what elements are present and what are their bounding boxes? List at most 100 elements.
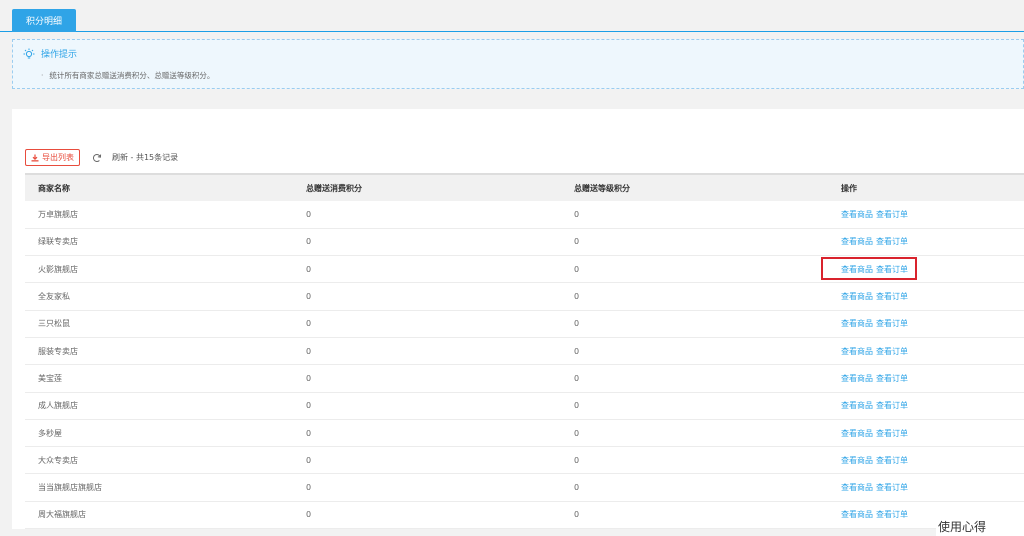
cell-consume-points: 0 bbox=[293, 201, 561, 229]
cell-merchant-name: 多秒屋 bbox=[25, 419, 293, 448]
download-icon bbox=[31, 154, 39, 161]
table-row: 服装专卖店 0 0 查看商品 查看订单 bbox=[25, 337, 1024, 366]
cell-merchant-name: 成人旗舰店 bbox=[25, 392, 293, 420]
cell-level-points: 0 bbox=[561, 228, 828, 257]
view-orders-link[interactable]: 查看订单 bbox=[876, 456, 908, 465]
view-orders-link[interactable]: 查看订单 bbox=[876, 483, 908, 492]
table-row: 火影旗舰店 0 0 查看商品 查看订单 bbox=[25, 255, 1024, 284]
cell-level-points: 0 bbox=[561, 446, 828, 475]
cell-consume-points: 0 bbox=[293, 282, 561, 311]
table-row: 美宝莲 0 0 查看商品 查看订单 bbox=[25, 364, 1024, 393]
table-row: 全友家私 0 0 查看商品 查看订单 bbox=[25, 282, 1024, 311]
cell-consume-points: 0 bbox=[293, 419, 561, 448]
table-row: 成人旗舰店 0 0 查看商品 查看订单 bbox=[25, 392, 1024, 420]
cell-actions: 查看商品 查看订单 bbox=[828, 310, 1024, 338]
cell-level-points: 0 bbox=[561, 419, 828, 448]
cell-consume-points: 0 bbox=[293, 473, 561, 502]
column-header-actions: 操作 bbox=[828, 173, 1024, 201]
view-goods-link[interactable]: 查看商品 bbox=[841, 237, 873, 246]
column-header-consume-points[interactable]: 总赠送消费积分 bbox=[293, 173, 561, 201]
cell-consume-points: 0 bbox=[293, 364, 561, 393]
view-orders-link[interactable]: 查看订单 bbox=[876, 510, 908, 519]
cell-consume-points: 0 bbox=[293, 310, 561, 338]
cell-level-points: 0 bbox=[561, 473, 828, 502]
table-row: 大众专卖店 0 0 查看商品 查看订单 bbox=[25, 446, 1024, 475]
cell-level-points: 0 bbox=[561, 282, 828, 311]
tips-item: · 统计所有商家总赠送消费积分、总赠送等级积分。 bbox=[41, 71, 215, 80]
cell-consume-points: 0 bbox=[293, 255, 561, 284]
cell-level-points: 0 bbox=[561, 392, 828, 420]
view-orders-link[interactable]: 查看订单 bbox=[876, 319, 908, 328]
cell-merchant-name: 三只松鼠 bbox=[25, 310, 293, 338]
cell-actions: 查看商品 查看订单 bbox=[828, 337, 1024, 366]
table-row: 多秒屋 0 0 查看商品 查看订单 bbox=[25, 419, 1024, 448]
cell-merchant-name: 火影旗舰店 bbox=[25, 255, 293, 284]
merchant-points-table: 商家名称 总赠送消费积分 总赠送等级积分 操作 万卓旗舰店 0 0 查看商品 查看订单绿… bbox=[25, 173, 1024, 530]
view-orders-link[interactable]: 查看订单 bbox=[876, 374, 908, 383]
cell-level-points: 0 bbox=[561, 364, 828, 393]
cell-actions: 查看商品 查看订单 bbox=[828, 228, 1024, 257]
view-orders-link[interactable]: 查看订单 bbox=[876, 292, 908, 301]
view-orders-link[interactable]: 查看订单 bbox=[876, 429, 908, 438]
view-goods-link[interactable]: 查看商品 bbox=[841, 510, 873, 519]
table-toolbar: 导出列表 刷新 - 共15条记录 bbox=[25, 149, 178, 166]
cell-merchant-name: 当当旗舰店旗舰店 bbox=[25, 473, 293, 502]
cell-consume-points: 0 bbox=[293, 228, 561, 257]
cell-merchant-name: 全友家私 bbox=[25, 282, 293, 311]
view-goods-link[interactable]: 查看商品 bbox=[841, 483, 873, 492]
table-row: 绿联专卖店 0 0 查看商品 查看订单 bbox=[25, 228, 1024, 257]
cell-merchant-name: 大众专卖店 bbox=[25, 446, 293, 475]
cell-level-points: 0 bbox=[561, 501, 828, 530]
cell-consume-points: 0 bbox=[293, 446, 561, 475]
table-row: 周大福旗舰店 0 0 查看商品 查看订单 bbox=[25, 501, 1024, 530]
table-row: 三只松鼠 0 0 查看商品 查看订单 bbox=[25, 310, 1024, 338]
view-orders-link[interactable]: 查看订单 bbox=[876, 237, 908, 246]
refresh-icon[interactable] bbox=[92, 153, 102, 163]
column-header-merchant-name[interactable]: 商家名称 bbox=[25, 173, 293, 201]
view-orders-link[interactable]: 查看订单 bbox=[876, 265, 908, 274]
view-goods-link[interactable]: 查看商品 bbox=[841, 429, 873, 438]
cell-level-points: 0 bbox=[561, 310, 828, 338]
tips-item-text: 统计所有商家总赠送消费积分、总赠送等级积分。 bbox=[49, 71, 215, 80]
watermark-text: 使用心得Q36.CN bbox=[936, 518, 1024, 536]
cell-merchant-name: 万卓旗舰店 bbox=[25, 201, 293, 229]
cell-actions: 查看商品 查看订单 bbox=[828, 419, 1024, 448]
cell-actions: 查看商品 查看订单 bbox=[828, 201, 1024, 229]
refresh-record-count[interactable]: 刷新 - 共15条记录 bbox=[112, 152, 178, 163]
view-orders-link[interactable]: 查看订单 bbox=[876, 347, 908, 356]
column-header-level-points[interactable]: 总赠送等级积分 bbox=[561, 173, 828, 201]
view-goods-link[interactable]: 查看商品 bbox=[841, 292, 873, 301]
tips-header: 操作提示 bbox=[23, 47, 77, 60]
table-row: 万卓旗舰店 0 0 查看商品 查看订单 bbox=[25, 201, 1024, 229]
view-goods-link[interactable]: 查看商品 bbox=[841, 265, 873, 274]
tab-points-detail[interactable]: 积分明细 bbox=[12, 9, 76, 32]
main-panel: 导出列表 刷新 - 共15条记录 商家名称 总赠送消费积分 总赠送等级积分 操作… bbox=[12, 109, 1024, 530]
cell-consume-points: 0 bbox=[293, 337, 561, 366]
cell-merchant-name: 绿联专卖店 bbox=[25, 228, 293, 257]
view-goods-link[interactable]: 查看商品 bbox=[841, 374, 873, 383]
cell-merchant-name: 周大福旗舰店 bbox=[25, 501, 293, 530]
cell-actions: 查看商品 查看订单 bbox=[828, 282, 1024, 311]
cell-level-points: 0 bbox=[561, 201, 828, 229]
tab-bar: 积分明细 bbox=[0, 0, 1024, 32]
view-orders-link[interactable]: 查看订单 bbox=[876, 401, 908, 410]
view-goods-link[interactable]: 查看商品 bbox=[841, 401, 873, 410]
table-header-row: 商家名称 总赠送消费积分 总赠送等级积分 操作 bbox=[25, 173, 1024, 201]
cell-consume-points: 0 bbox=[293, 501, 561, 530]
cell-actions: 查看商品 查看订单 bbox=[828, 392, 1024, 420]
cell-merchant-name: 服装专卖店 bbox=[25, 337, 293, 366]
cell-actions: 查看商品 查看订单 bbox=[828, 473, 1024, 502]
cell-consume-points: 0 bbox=[293, 392, 561, 420]
operation-tips-panel: 操作提示 · 统计所有商家总赠送消费积分、总赠送等级积分。 bbox=[12, 39, 1024, 89]
cell-actions: 查看商品 查看订单 bbox=[828, 446, 1024, 475]
view-goods-link[interactable]: 查看商品 bbox=[841, 319, 873, 328]
cell-merchant-name: 美宝莲 bbox=[25, 364, 293, 393]
view-orders-link[interactable]: 查看订单 bbox=[876, 210, 908, 219]
table-row: 当当旗舰店旗舰店 0 0 查看商品 查看订单 bbox=[25, 473, 1024, 502]
view-goods-link[interactable]: 查看商品 bbox=[841, 456, 873, 465]
view-goods-link[interactable]: 查看商品 bbox=[841, 347, 873, 356]
cell-actions: 查看商品 查看订单 bbox=[828, 255, 1024, 284]
cell-level-points: 0 bbox=[561, 337, 828, 366]
export-list-button[interactable]: 导出列表 bbox=[25, 149, 80, 166]
view-goods-link[interactable]: 查看商品 bbox=[841, 210, 873, 219]
